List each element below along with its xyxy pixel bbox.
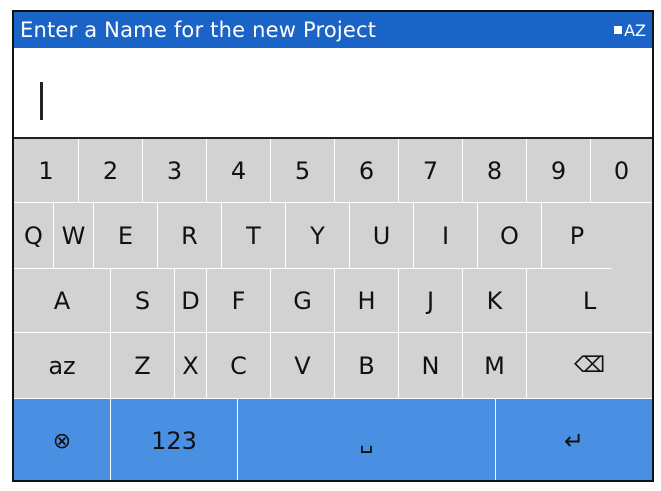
space-icon: ␣ (359, 428, 374, 454)
onscreen-keyboard: 1 2 3 4 5 6 7 8 9 0 Q W E R T Y U I O P … (14, 139, 652, 480)
key-p[interactable]: P (542, 203, 612, 269)
key-8[interactable]: 8 (463, 139, 527, 203)
key-6[interactable]: 6 (335, 139, 399, 203)
input-mode-indicator: AZ (614, 21, 646, 40)
keyboard-row-qwerty: Q W E R T Y U I O P (14, 203, 652, 269)
key-y[interactable]: Y (286, 203, 350, 269)
key-q[interactable]: Q (14, 203, 54, 269)
space-key[interactable]: ␣ (238, 399, 496, 480)
cancel-icon: ⊗ (52, 428, 72, 454)
key-j[interactable]: J (399, 269, 463, 333)
enter-icon: ↵ (563, 427, 585, 455)
key-e[interactable]: E (94, 203, 158, 269)
key-7[interactable]: 7 (399, 139, 463, 203)
input-mode-label: AZ (624, 20, 646, 40)
key-t[interactable]: T (222, 203, 286, 269)
key-1[interactable]: 1 (14, 139, 79, 203)
key-2[interactable]: 2 (79, 139, 143, 203)
keyboard-row-asdf: A S D F G H J K L (14, 269, 652, 333)
key-4[interactable]: 4 (207, 139, 271, 203)
dialog-title: Enter a Name for the new Project (20, 18, 377, 42)
dialog-frame: Enter a Name for the new Project AZ 1 2 … (12, 10, 654, 482)
mode-square-icon (614, 26, 623, 34)
cancel-key[interactable]: ⊗ (14, 399, 111, 480)
title-bar: Enter a Name for the new Project AZ (14, 12, 652, 48)
lowercase-toggle-key[interactable]: az (14, 333, 111, 399)
key-s[interactable]: S (111, 269, 175, 333)
key-b[interactable]: B (335, 333, 399, 399)
key-n[interactable]: N (399, 333, 463, 399)
keyboard-row-zxcv: az Z X C V B N M ⌫ (14, 333, 652, 399)
key-3[interactable]: 3 (143, 139, 207, 203)
key-w[interactable]: W (54, 203, 94, 269)
key-x[interactable]: X (175, 333, 207, 399)
key-d[interactable]: D (175, 269, 207, 333)
keyboard-row-actions: ⊗ 123 ␣ ↵ (14, 399, 652, 480)
key-k[interactable]: K (463, 269, 527, 333)
keyboard-row-digits: 1 2 3 4 5 6 7 8 9 0 (14, 139, 652, 203)
backspace-icon: ⌫ (573, 353, 606, 378)
key-h[interactable]: H (335, 269, 399, 333)
key-a[interactable]: A (14, 269, 111, 333)
key-5[interactable]: 5 (271, 139, 335, 203)
key-u[interactable]: U (350, 203, 414, 269)
key-m[interactable]: M (463, 333, 527, 399)
key-9[interactable]: 9 (527, 139, 591, 203)
key-v[interactable]: V (271, 333, 335, 399)
key-z[interactable]: Z (111, 333, 175, 399)
project-name-input[interactable] (14, 48, 652, 139)
key-f[interactable]: F (207, 269, 271, 333)
key-i[interactable]: I (414, 203, 478, 269)
key-c[interactable]: C (207, 333, 271, 399)
key-l[interactable]: L (527, 269, 652, 333)
key-r[interactable]: R (158, 203, 222, 269)
text-caret (40, 82, 43, 120)
key-g[interactable]: G (271, 269, 335, 333)
key-o[interactable]: O (478, 203, 542, 269)
backspace-key[interactable]: ⌫ (527, 333, 652, 399)
enter-key[interactable]: ↵ (496, 399, 652, 480)
key-0[interactable]: 0 (591, 139, 652, 203)
numbers-toggle-key[interactable]: 123 (111, 399, 238, 480)
